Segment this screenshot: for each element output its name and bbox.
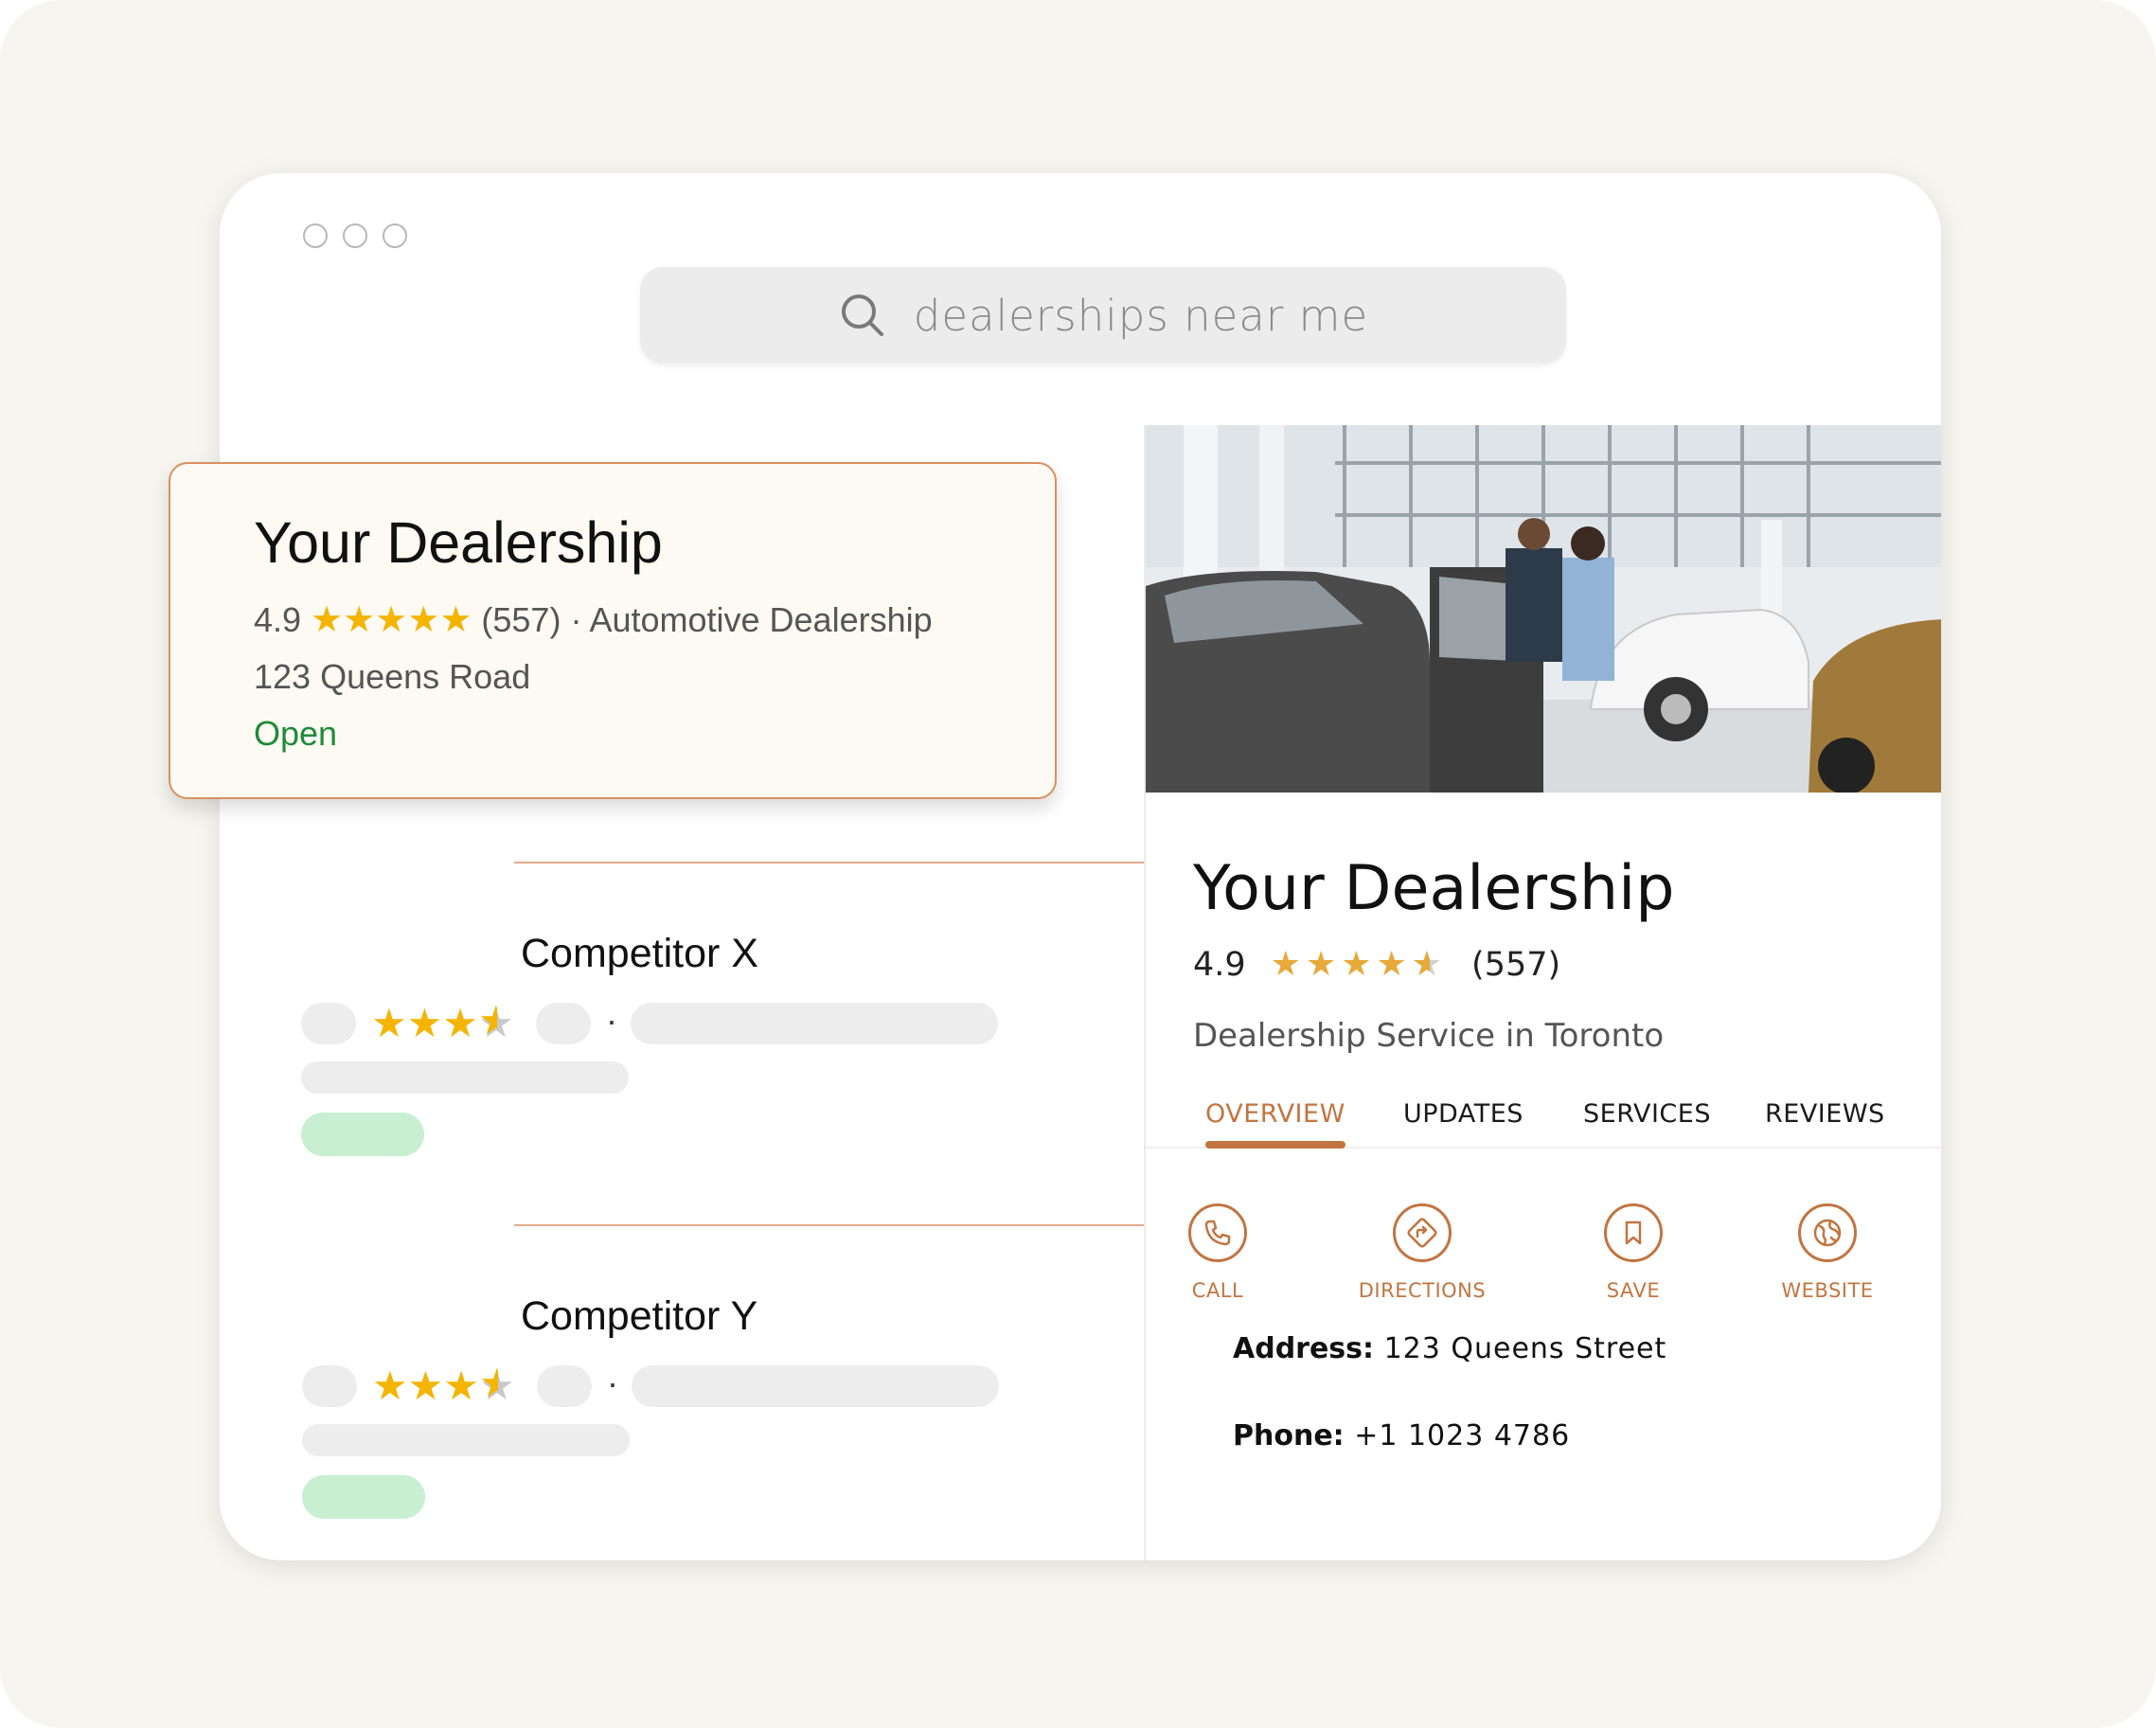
active-tab-indicator bbox=[1205, 1141, 1345, 1149]
competitor-x-name[interactable]: Competitor X bbox=[521, 931, 758, 977]
window-dot-close[interactable] bbox=[303, 223, 328, 248]
phone-label: Phone: bbox=[1233, 1419, 1345, 1452]
placeholder-count bbox=[537, 1365, 592, 1407]
placeholder-address bbox=[302, 1424, 630, 1456]
tab-updates[interactable]: UPDATES bbox=[1403, 1099, 1523, 1129]
competitor-y-stars: ★★★★ bbox=[372, 1366, 515, 1406]
save-label: SAVE bbox=[1606, 1279, 1661, 1302]
directions-icon bbox=[1393, 1203, 1452, 1262]
separator-dot: · bbox=[606, 1001, 617, 1040]
star-rating: ★★★ bbox=[372, 1363, 479, 1408]
featured-business-name[interactable]: Your Dealership bbox=[254, 509, 663, 576]
address-line: Address: 123 Queens Street bbox=[1233, 1332, 1666, 1365]
tab-reviews[interactable]: REVIEWS bbox=[1765, 1099, 1885, 1129]
save-button[interactable]: SAVE bbox=[1553, 1203, 1714, 1302]
dealership-photo bbox=[1146, 425, 1941, 793]
featured-result-card[interactable]: Your Dealership 4.9 ★★★★★ (557) · Automo… bbox=[169, 462, 1057, 799]
half-star-icon: ★ bbox=[1412, 945, 1447, 984]
placeholder-status bbox=[302, 1475, 425, 1519]
competitor-name[interactable]: Competitor Y bbox=[521, 1293, 757, 1339]
placeholder-category bbox=[632, 1365, 999, 1407]
placeholder-category bbox=[631, 1003, 998, 1044]
featured-rating-value: 4.9 bbox=[254, 599, 302, 639]
star-rating: ★★★ bbox=[371, 1001, 478, 1045]
placeholder-rating bbox=[302, 1365, 357, 1407]
business-category: Dealership Service in Toronto bbox=[1193, 1017, 1665, 1055]
rating-value: 4.9 bbox=[1193, 945, 1246, 984]
featured-star-rating: ★★★★★ bbox=[311, 600, 472, 640]
search-icon bbox=[841, 294, 883, 336]
rating-row[interactable]: 4.9 ★★★★★ (557) bbox=[1193, 945, 1560, 984]
search-bar[interactable]: dealerships near me bbox=[640, 267, 1566, 364]
open-status: Open bbox=[254, 714, 338, 753]
star-rating: ★★★★★ bbox=[1271, 945, 1447, 984]
tab-overview[interactable]: OVERVIEW bbox=[1205, 1099, 1345, 1129]
half-star-icon: ★ bbox=[478, 1001, 514, 1045]
business-profile-panel: Your Dealership 4.9 ★★★★★ (557) Dealersh… bbox=[1144, 425, 1941, 1560]
placeholder-count bbox=[536, 1003, 591, 1044]
window-dot-maximize[interactable] bbox=[383, 223, 407, 248]
tab-services[interactable]: SERVICES bbox=[1583, 1099, 1711, 1129]
half-star-icon: ★ bbox=[479, 1363, 515, 1408]
list-divider bbox=[514, 862, 1234, 864]
placeholder-rating bbox=[301, 1003, 356, 1044]
featured-address: 123 Queens Road bbox=[254, 657, 531, 696]
featured-rating-row: 4.9 ★★★★★ (557) · Automotive Dealership bbox=[254, 598, 933, 641]
bookmark-icon bbox=[1604, 1203, 1663, 1262]
competitor-x-stars: ★★★★ bbox=[371, 1004, 514, 1043]
website-label: WEBSITE bbox=[1781, 1279, 1874, 1302]
competitor-y-name[interactable]: Competitor Y bbox=[521, 1293, 757, 1340]
competitor-name[interactable]: Competitor X bbox=[521, 931, 758, 976]
featured-review-count[interactable]: (557) bbox=[481, 600, 561, 640]
call-button[interactable]: CALL bbox=[1137, 1203, 1298, 1302]
search-query[interactable]: dealerships near me bbox=[914, 291, 1368, 341]
full-stars: ★★★★ bbox=[1270, 945, 1412, 984]
window-controls bbox=[303, 223, 407, 248]
business-title: Your Dealership bbox=[1193, 853, 1675, 924]
review-count[interactable]: (557) bbox=[1471, 946, 1560, 984]
website-button[interactable]: WEBSITE bbox=[1747, 1203, 1908, 1302]
globe-icon bbox=[1798, 1203, 1857, 1262]
address-label: Address: bbox=[1233, 1332, 1375, 1365]
directions-label: DIRECTIONS bbox=[1358, 1279, 1487, 1302]
phone-line: Phone: +1 1023 4786 bbox=[1233, 1419, 1570, 1452]
window-dot-minimize[interactable] bbox=[343, 223, 367, 248]
phone-icon bbox=[1188, 1203, 1247, 1262]
featured-category: · Automotive Dealership bbox=[570, 599, 933, 639]
phone-value[interactable]: +1 1023 4786 bbox=[1354, 1419, 1570, 1452]
placeholder-status bbox=[301, 1113, 424, 1156]
call-label: CALL bbox=[1191, 1279, 1244, 1302]
separator-dot: · bbox=[607, 1363, 618, 1402]
placeholder-address bbox=[301, 1061, 629, 1094]
list-divider bbox=[514, 1224, 1234, 1226]
browser-window: dealerships near me Competitor X ★★★★ · … bbox=[220, 173, 1941, 1560]
directions-button[interactable]: DIRECTIONS bbox=[1342, 1203, 1503, 1302]
address-value[interactable]: 123 Queens Street bbox=[1384, 1332, 1667, 1365]
profile-tabs: OVERVIEW UPDATES SERVICES REVIEWS bbox=[1146, 1099, 1941, 1149]
